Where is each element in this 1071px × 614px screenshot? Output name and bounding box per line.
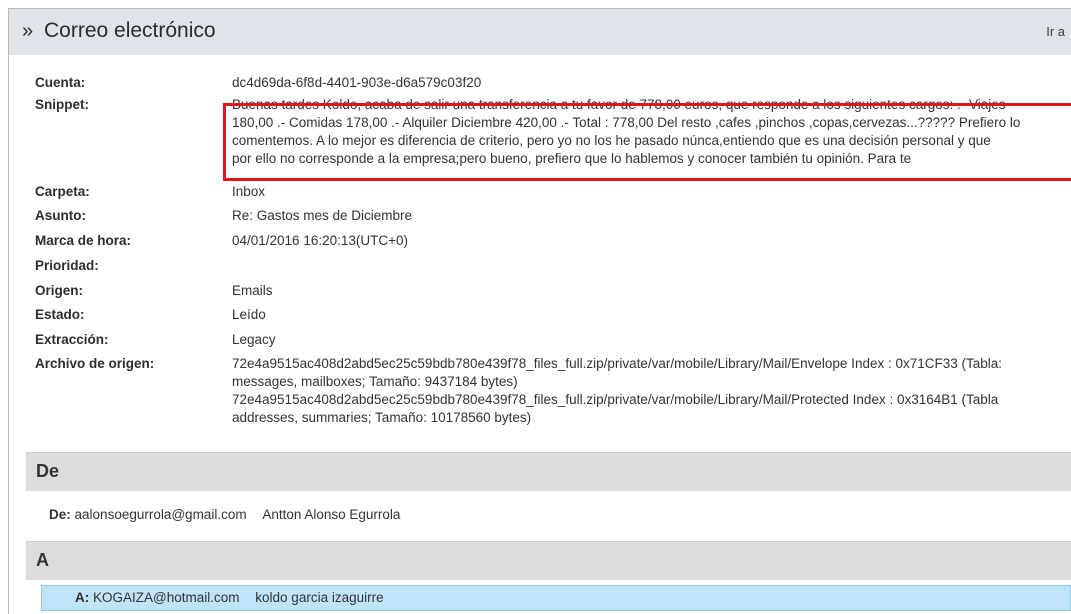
from-contact: De: aalonsoegurrola@gmail.com Antton Alo… bbox=[49, 506, 400, 524]
value-line: 72e4a9515ac408d2abd5ec25c59bdb780e439f78… bbox=[232, 356, 1003, 371]
field-label: Prioridad: bbox=[35, 258, 99, 273]
field-label: Carpeta: bbox=[35, 184, 90, 199]
to-contact: A: KOGAIZA@hotmail.com koldo garcia izag… bbox=[75, 589, 384, 607]
value-line: comentemos. A lo mejor es diferencia de … bbox=[232, 133, 991, 148]
value-line: por ello no corresponde a la empresa;per… bbox=[232, 151, 912, 166]
field-label: Cuenta: bbox=[35, 75, 86, 90]
section-header-from[interactable]: De bbox=[26, 452, 1071, 491]
field-label: Snippet: bbox=[35, 97, 89, 112]
to-label: A: bbox=[75, 590, 90, 605]
collapse-chevron-icon[interactable]: » bbox=[22, 20, 33, 43]
to-name: koldo garcia izaguirre bbox=[255, 590, 384, 605]
section-title: De bbox=[36, 461, 60, 481]
field-value: Re: Gastos mes de Diciembre bbox=[232, 207, 1071, 225]
field-value: Legacy bbox=[232, 331, 1071, 349]
email-panel: » Correo electrónico Ir a Cuenta: dc4d69… bbox=[8, 8, 1071, 614]
value-line: dc4d69da-6f8d-4401-903e-d6a579c03f20 bbox=[232, 75, 482, 90]
field-value: Leído bbox=[232, 306, 1071, 324]
field-value: Inbox bbox=[232, 183, 1071, 201]
from-email[interactable]: aalonsoegurrola@gmail.com bbox=[75, 507, 247, 522]
field-value: 72e4a9515ac408d2abd5ec25c59bdb780e439f78… bbox=[232, 355, 1071, 427]
field-label: Archivo de origen: bbox=[35, 356, 155, 371]
value-line: Inbox bbox=[232, 184, 266, 199]
value-line: 04/01/2016 16:20:13(UTC+0) bbox=[232, 233, 408, 248]
properties-table: Cuenta: dc4d69da-6f8d-4401-903e-d6a579c0… bbox=[9, 55, 1071, 452]
value-line: 72e4a9515ac408d2abd5ec25c59bdb780e439f78… bbox=[232, 392, 999, 407]
value-line: Buenas tardes Koldo, acaba de salir una … bbox=[232, 97, 1006, 112]
to-contact-row[interactable]: A: KOGAIZA@hotmail.com koldo garcia izag… bbox=[41, 585, 1071, 611]
value-line: messages, mailboxes; Tamaño: 9437184 byt… bbox=[232, 374, 518, 389]
field-value: Buenas tardes Koldo, acaba de salir una … bbox=[232, 96, 1071, 168]
value-line: Re: Gastos mes de Diciembre bbox=[232, 208, 413, 223]
field-value: Emails bbox=[232, 282, 1071, 300]
from-name: Antton Alonso Egurrola bbox=[262, 507, 401, 522]
field-label: Asunto: bbox=[35, 208, 86, 223]
field-value: dc4d69da-6f8d-4401-903e-d6a579c03f20 bbox=[232, 74, 1071, 92]
panel-header: » Correo electrónico Ir a bbox=[9, 9, 1071, 56]
section-title: A bbox=[36, 550, 49, 570]
value-line: addresses, summaries; Tamaño: 10178560 b… bbox=[232, 410, 532, 425]
panel-title: Correo electrónico bbox=[44, 19, 216, 42]
field-label: Estado: bbox=[35, 307, 85, 322]
value-line: Emails bbox=[232, 283, 273, 298]
to-email[interactable]: KOGAIZA@hotmail.com bbox=[93, 590, 240, 605]
from-label: De: bbox=[49, 507, 71, 522]
value-line: 180,00 .- Comidas 178,00 .- Alquiler Dic… bbox=[232, 115, 1021, 130]
field-label: Origen: bbox=[35, 283, 84, 298]
field-value: 04/01/2016 16:20:13(UTC+0) bbox=[232, 232, 1071, 250]
goto-link[interactable]: Ir a bbox=[1046, 24, 1065, 39]
section-header-to[interactable]: A bbox=[26, 541, 1071, 580]
value-line: Legacy bbox=[232, 332, 276, 347]
field-label: Marca de hora: bbox=[35, 233, 132, 248]
value-line: Leído bbox=[232, 307, 266, 322]
field-label: Extracción: bbox=[35, 332, 109, 347]
